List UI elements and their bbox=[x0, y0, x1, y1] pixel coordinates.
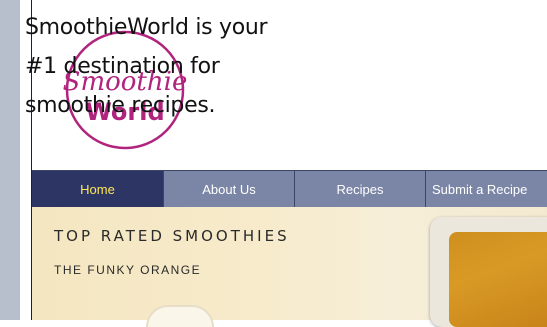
intro-line-3: smoothie recipes. bbox=[25, 93, 216, 118]
page-left-margin bbox=[0, 0, 20, 320]
intro-line-2: #1 destination for bbox=[25, 54, 220, 79]
nav-item-label: Submit a Recipe bbox=[432, 181, 528, 197]
nav-item-label: About Us bbox=[202, 181, 256, 197]
smoothie-glass-image bbox=[146, 305, 214, 327]
nav-item-home[interactable]: Home bbox=[32, 171, 164, 207]
nav-item-recipes[interactable]: Recipes bbox=[295, 171, 426, 207]
intro-line-1: SmoothieWorld is your bbox=[25, 15, 268, 40]
recipe-title[interactable]: THE FUNKY ORANGE bbox=[54, 263, 201, 277]
featured-smoothie-photo[interactable] bbox=[449, 232, 547, 327]
nav-item-label: Home bbox=[80, 181, 115, 197]
nav-item-label: Recipes bbox=[336, 181, 384, 197]
main-navigation: Home About Us Recipes Submit a Recipe bbox=[32, 170, 547, 208]
intro-text: SmoothieWorld is your #1 destination for… bbox=[25, 8, 315, 125]
nav-item-submit-recipe[interactable]: Submit a Recipe bbox=[426, 171, 547, 207]
nav-item-about-us[interactable]: About Us bbox=[164, 171, 295, 207]
section-heading: TOP RATED SMOOTHIES bbox=[54, 227, 290, 245]
